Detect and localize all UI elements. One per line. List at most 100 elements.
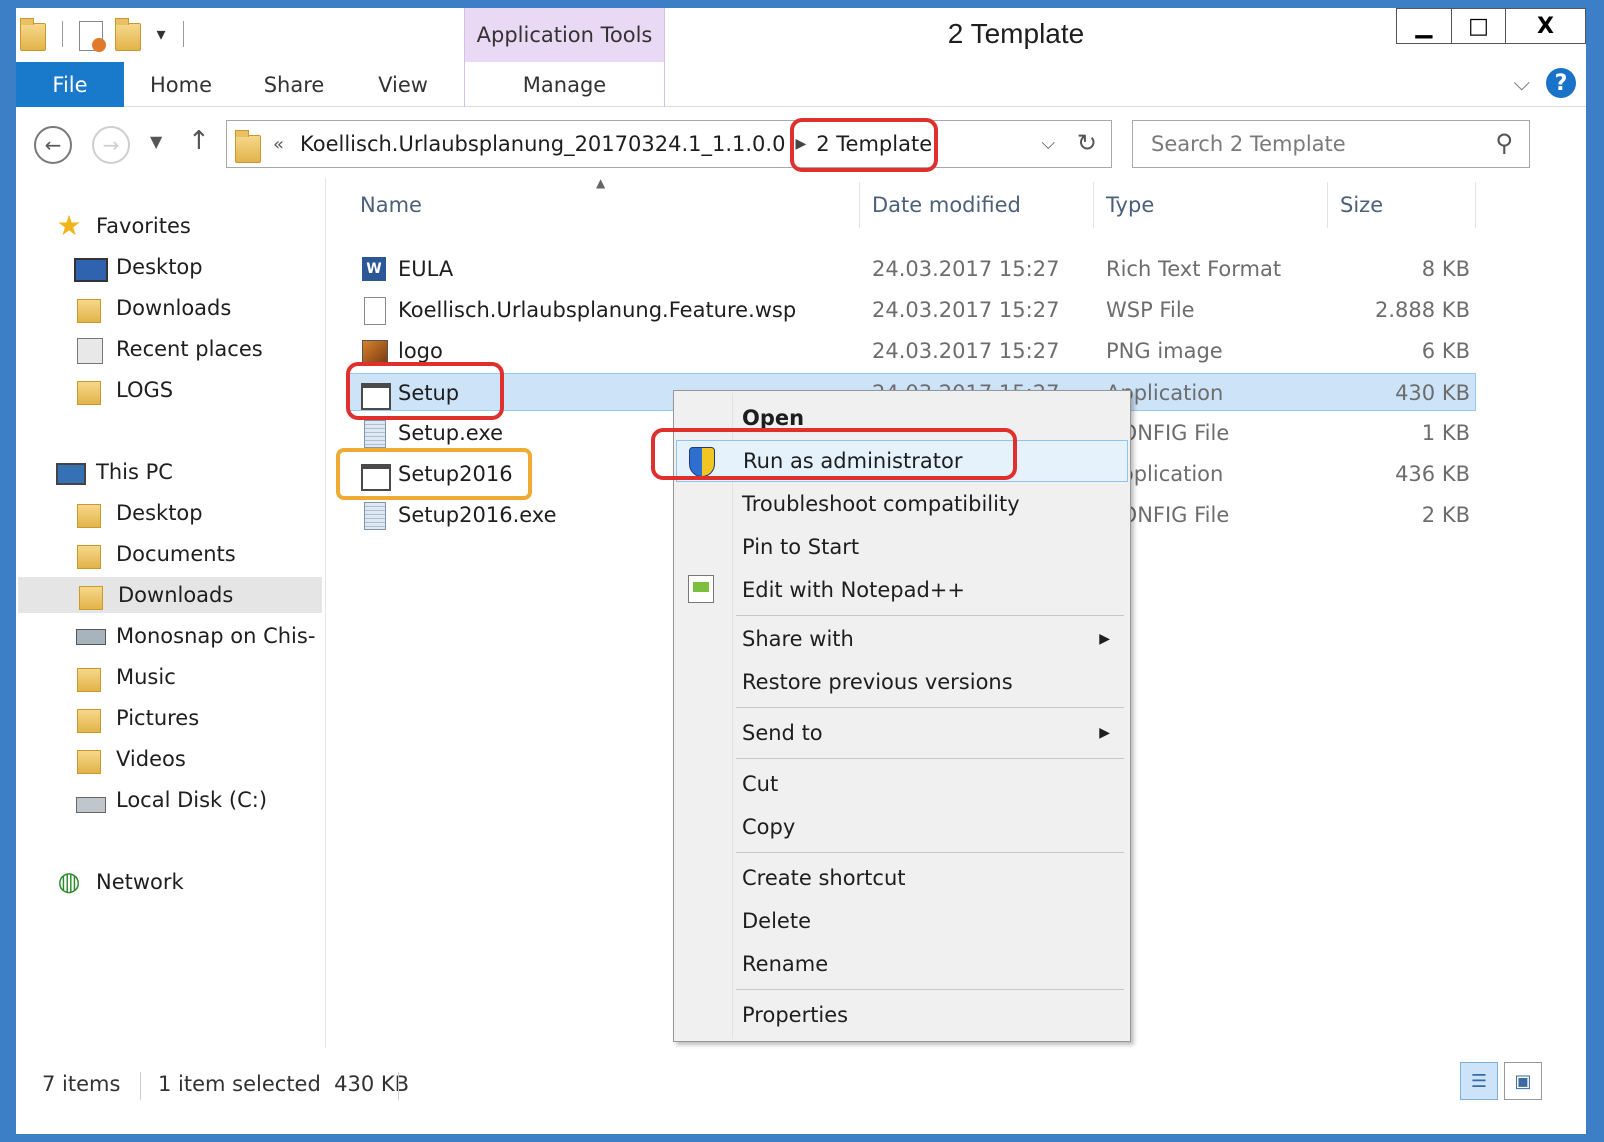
column-header-type[interactable]: Type <box>1094 182 1328 228</box>
file-row-wsp[interactable]: Koellisch.Urlaubsplanung.Feature.wsp 24.… <box>348 291 1476 329</box>
sidebar-network[interactable]: ◍ Network <box>54 864 184 900</box>
tab-share[interactable]: Share <box>238 62 350 107</box>
file-name: logo <box>398 339 443 363</box>
image-file-icon <box>360 337 388 365</box>
file-name: Koellisch.Urlaubsplanung.Feature.wsp <box>398 298 797 322</box>
address-bar[interactable]: « Koellisch.Urlaubsplanung_20170324.1_1.… <box>226 120 1112 168</box>
sidebar-item-desktop[interactable]: Desktop <box>74 249 203 285</box>
details-view-icon[interactable]: ☰ <box>1460 1062 1498 1100</box>
search-icon[interactable]: ⚲ <box>1495 129 1513 157</box>
sidebar-item-videos[interactable]: Videos <box>74 741 186 777</box>
network-icon: ◍ <box>57 867 81 897</box>
help-icon[interactable]: ? <box>1546 68 1576 98</box>
tab-file[interactable]: File <box>16 62 124 107</box>
navigation-bar: ← → ▼ ↑ « Koellisch.Urlaubsplanung_20170… <box>16 108 1586 178</box>
large-icons-view-icon[interactable]: ▣ <box>1504 1062 1542 1100</box>
file-size: 2 KB <box>1421 503 1470 527</box>
new-folder-icon[interactable] <box>113 17 145 51</box>
notepad-plus-plus-icon <box>688 575 716 605</box>
minimize-button[interactable]: ▁ <box>1397 9 1451 43</box>
maximize-button[interactable]: □ <box>1451 9 1505 43</box>
back-arrow-icon[interactable]: ← <box>34 126 72 164</box>
menu-item-properties[interactable]: Properties <box>676 994 1128 1036</box>
file-type: WSP File <box>1106 298 1195 322</box>
menu-item-cut[interactable]: Cut <box>676 763 1128 805</box>
tab-manage[interactable]: Manage <box>464 62 665 107</box>
sidebar-item-logs[interactable]: LOGS <box>74 372 173 408</box>
tab-view[interactable]: View <box>350 62 456 107</box>
file-name: Setup.exe <box>398 421 504 445</box>
file-date: 24.03.2017 15:27 <box>872 339 1060 363</box>
menu-item-edit-with-notepad[interactable]: Edit with Notepad++ <box>676 569 1128 611</box>
sidebar-this-pc[interactable]: This PC <box>54 454 173 490</box>
explorer-window: ▾ Application Tools 2 Template ▁ □ X Fil… <box>0 0 1604 1142</box>
file-name: Setup2016.exe <box>398 503 557 527</box>
address-dropdown-icon[interactable]: ⌵ <box>1041 133 1055 154</box>
downloads-folder-icon <box>74 293 104 323</box>
videos-folder-icon <box>74 744 104 774</box>
file-size: 1 KB <box>1421 421 1470 445</box>
network-drive-icon <box>74 621 106 651</box>
folder-icon <box>74 375 104 405</box>
highlight-run-as-administrator <box>651 428 1017 480</box>
search-box[interactable]: ⚲ <box>1132 120 1530 168</box>
sidebar-item-music[interactable]: Music <box>74 659 176 695</box>
title-bar: ▾ Application Tools 2 Template ▁ □ X <box>16 8 1586 62</box>
customize-toolbar-icon[interactable]: ▾ <box>151 24 171 45</box>
window-controls: ▁ □ X <box>1396 8 1586 44</box>
column-header-date[interactable]: Date modified <box>860 182 1094 228</box>
search-input[interactable] <box>1133 121 1473 167</box>
ribbon-tabs: File Home Share View Manage ⌵ ? <box>16 62 1586 107</box>
menu-item-copy[interactable]: Copy <box>676 806 1128 848</box>
expand-ribbon-icon[interactable]: ⌵ <box>1513 71 1530 96</box>
column-header-size[interactable]: Size <box>1328 182 1476 228</box>
menu-item-rename[interactable]: Rename <box>676 943 1128 985</box>
breadcrumb-parent[interactable]: Koellisch.Urlaubsplanung_20170324.1_1.1.… <box>300 132 785 156</box>
breadcrumb-overflow[interactable]: « <box>273 134 284 155</box>
file-size: 436 KB <box>1395 462 1470 486</box>
up-arrow-icon[interactable]: ↑ <box>188 126 210 156</box>
quick-access-toolbar: ▾ <box>18 14 190 54</box>
file-type: Rich Text Format <box>1106 257 1282 281</box>
tab-home[interactable]: Home <box>124 62 238 107</box>
folder-icon <box>233 129 265 163</box>
properties-icon[interactable] <box>75 17 107 52</box>
sidebar-favorites[interactable]: ★ Favorites <box>54 208 190 244</box>
sidebar-item-pc-downloads[interactable]: Downloads <box>18 577 322 613</box>
documents-folder-icon <box>74 539 104 569</box>
sidebar-item-recent-places[interactable]: Recent places <box>74 331 263 367</box>
context-menu: Open Run as administrator Troubleshoot c… <box>673 390 1131 1042</box>
star-icon: ★ <box>56 209 82 242</box>
sidebar-item-monosnap[interactable]: Monosnap on Chis- <box>74 618 315 654</box>
menu-item-share-with[interactable]: Share with ▶ <box>676 618 1128 660</box>
menu-item-pin-to-start[interactable]: Pin to Start <box>676 526 1128 568</box>
sidebar-item-pictures[interactable]: Pictures <box>74 700 199 736</box>
config-file-icon <box>360 419 388 448</box>
menu-item-delete[interactable]: Delete <box>676 900 1128 942</box>
downloads-folder-icon <box>76 580 106 610</box>
refresh-icon[interactable]: ↻ <box>1077 129 1097 157</box>
navigation-pane: ★ Favorites Desktop Downloads Recent plac… <box>16 178 326 1048</box>
file-date: 24.03.2017 15:27 <box>872 298 1060 322</box>
config-file-icon <box>360 501 388 530</box>
submenu-arrow-icon: ▶ <box>1099 631 1110 647</box>
item-count: 7 items <box>42 1072 121 1096</box>
application-tools-tab-group: Application Tools <box>464 8 665 62</box>
file-row-eula[interactable]: EULA 24.03.2017 15:27 Rich Text Format 8… <box>348 250 1476 288</box>
menu-item-restore-previous-versions[interactable]: Restore previous versions <box>676 661 1128 703</box>
sidebar-item-downloads[interactable]: Downloads <box>74 290 231 326</box>
sidebar-item-local-disk[interactable]: Local Disk (C:) <box>74 782 267 818</box>
sidebar-item-pc-desktop[interactable]: Desktop <box>74 495 203 531</box>
recent-locations-icon[interactable]: ▼ <box>150 132 162 151</box>
sidebar-item-documents[interactable]: Documents <box>74 536 236 572</box>
forward-arrow-icon[interactable]: → <box>92 126 130 164</box>
window-content: ▾ Application Tools 2 Template ▁ □ X Fil… <box>16 8 1586 1134</box>
submenu-arrow-icon: ▶ <box>1099 725 1110 741</box>
menu-item-troubleshoot-compatibility[interactable]: Troubleshoot compatibility <box>676 483 1128 525</box>
window-title: 2 Template <box>947 18 1085 49</box>
file-row-logo[interactable]: logo 24.03.2017 15:27 PNG image 6 KB <box>348 332 1476 370</box>
highlight-current-folder <box>790 118 938 172</box>
close-button[interactable]: X <box>1505 9 1585 43</box>
menu-item-send-to[interactable]: Send to ▶ <box>676 712 1128 754</box>
menu-item-create-shortcut[interactable]: Create shortcut <box>676 857 1128 899</box>
